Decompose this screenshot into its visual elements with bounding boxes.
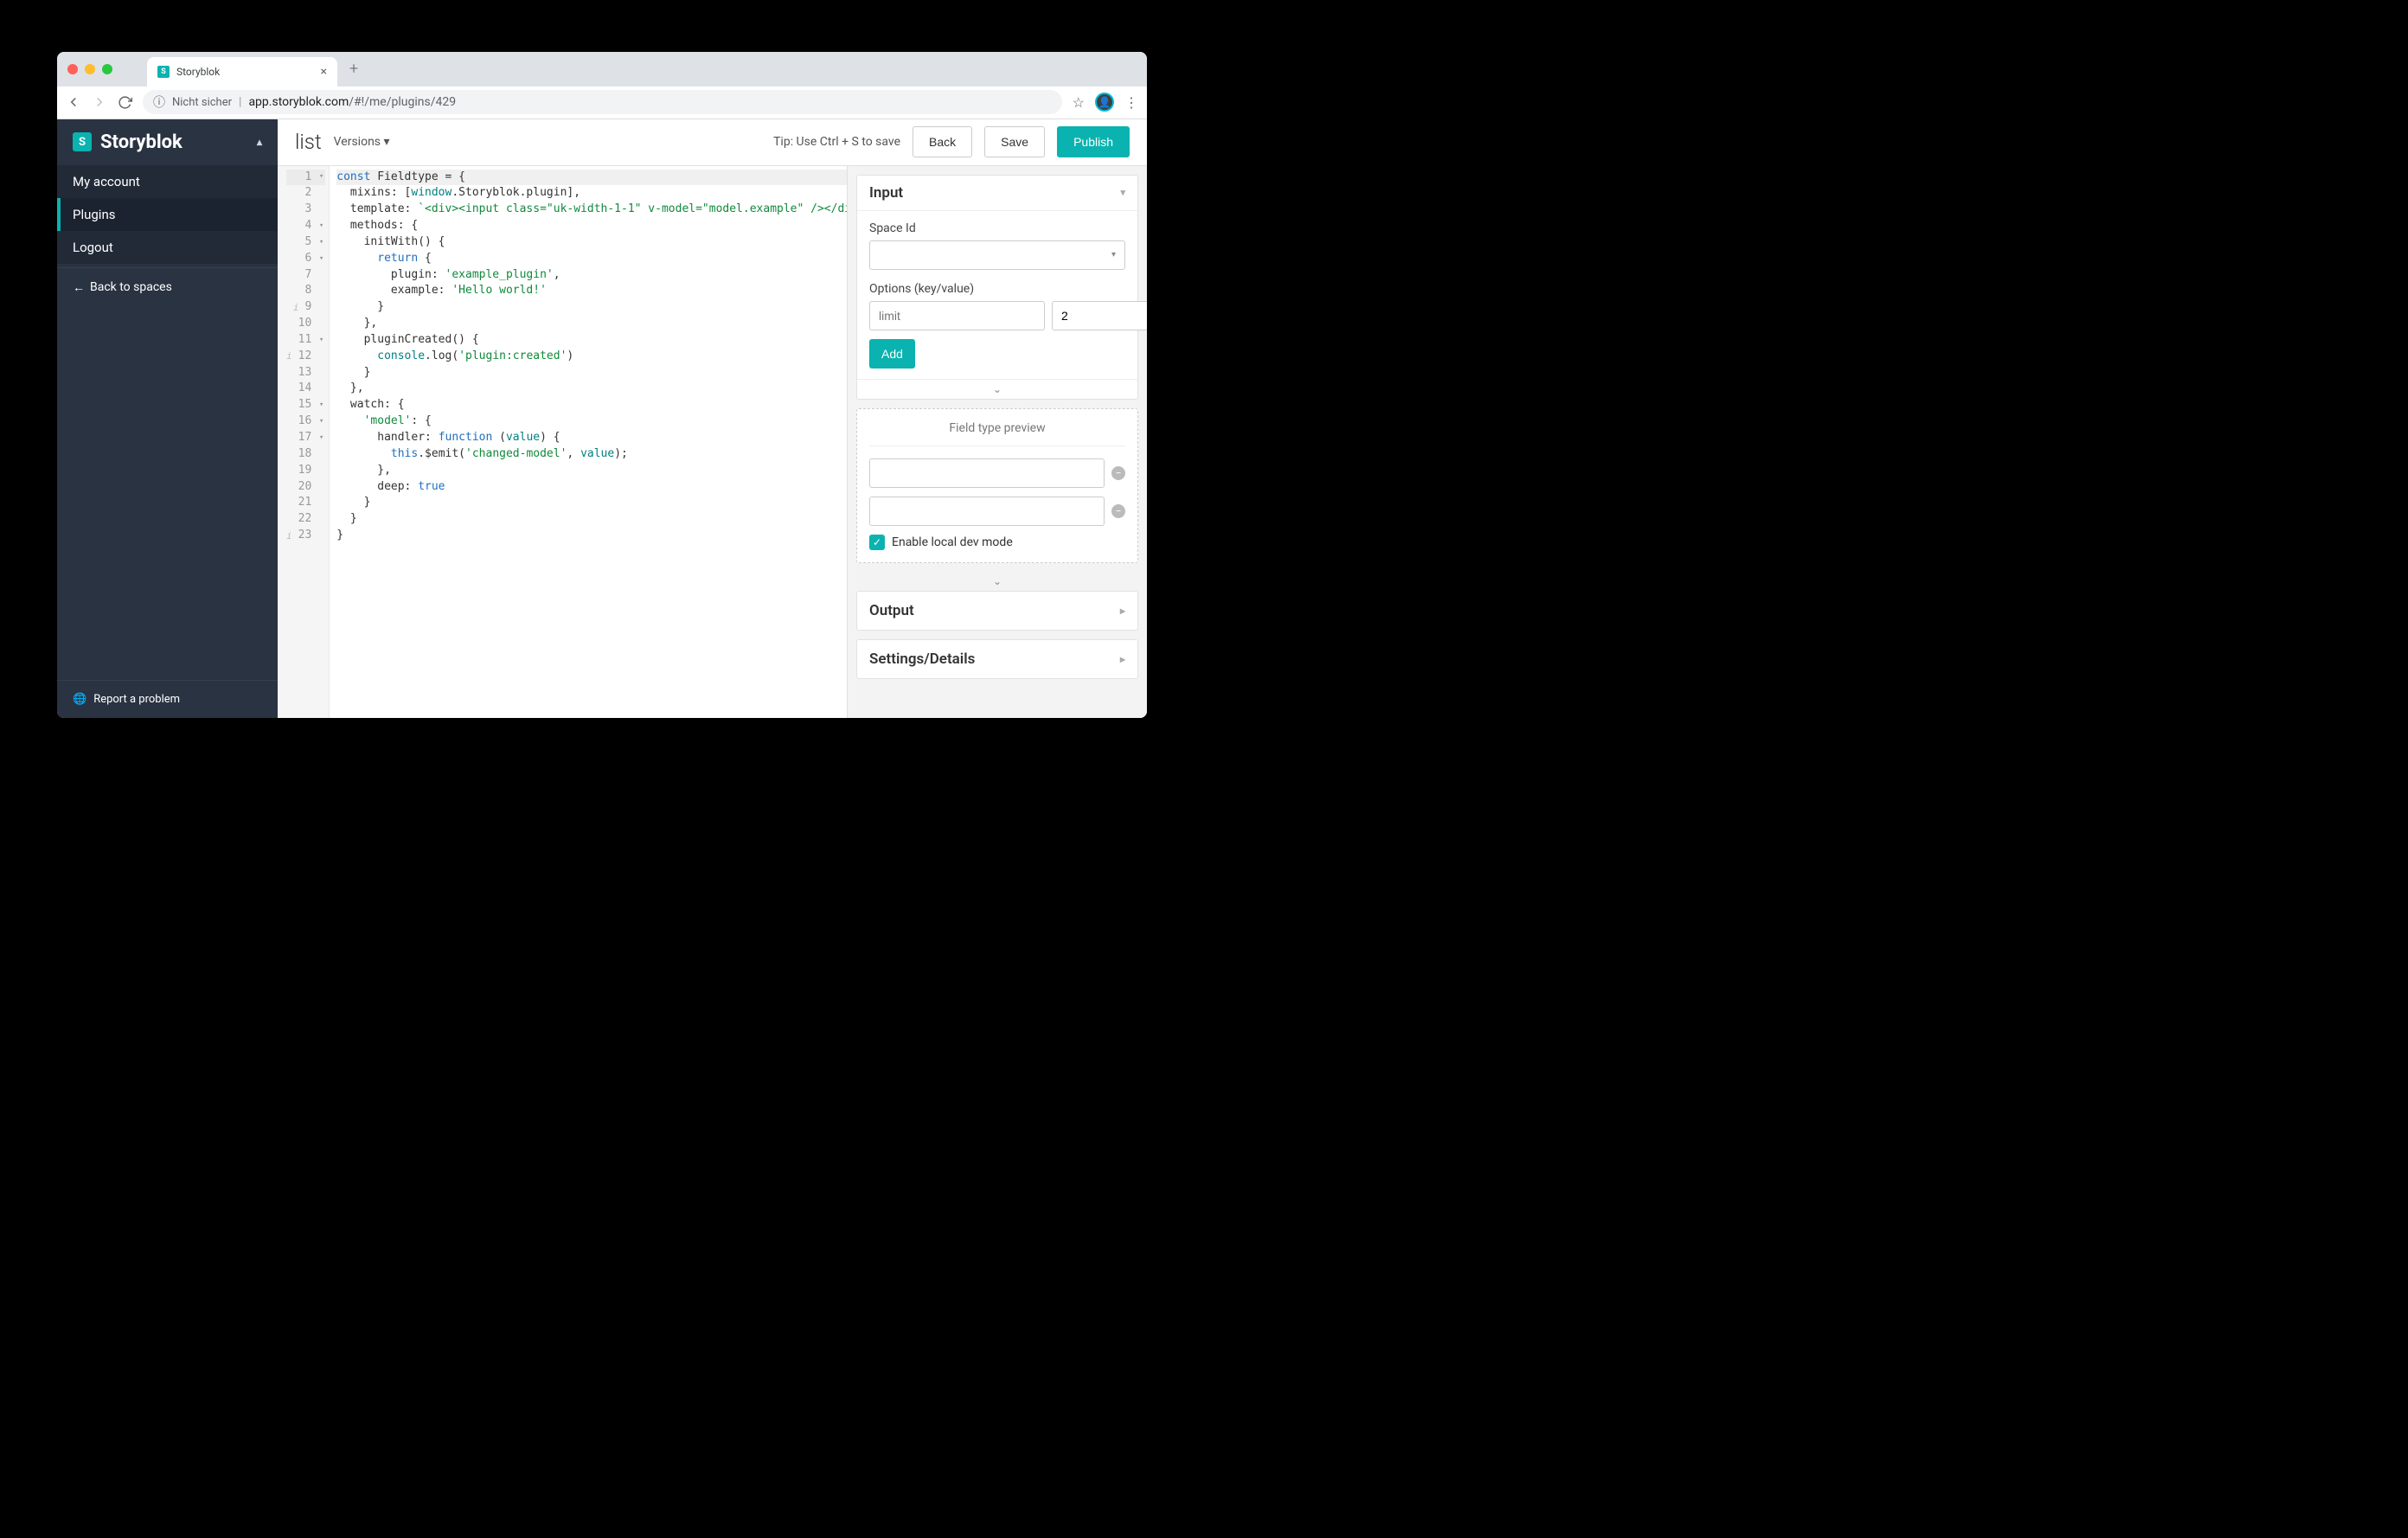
browser-window: S Storyblok × + ⓘ Nicht sicher | app.sto… [57,52,1147,718]
caret-down-icon: ▾ [384,135,390,149]
dev-mode-label: Enable local dev mode [892,535,1013,549]
url-bar[interactable]: ⓘ Nicht sicher | app.storyblok.com/#!/me… [143,90,1062,114]
dev-mode-checkbox[interactable]: ✓ [869,535,885,550]
add-option-button[interactable]: Add [869,339,915,368]
remove-icon[interactable]: − [1111,466,1125,480]
preview-row-1: − [869,458,1125,488]
back-to-spaces-link[interactable]: ← Back to spaces [57,267,278,307]
main-header: list Versions ▾ Tip: Use Ctrl + S to sav… [278,119,1147,166]
back-icon[interactable] [66,94,81,110]
option-key-input[interactable] [869,301,1045,330]
option-row: 🗑 [869,301,1125,330]
sidebar-item-my-account[interactable]: My account [57,165,278,198]
close-window-button[interactable] [67,64,78,74]
menu-icon[interactable]: ⋮ [1124,94,1138,111]
expand-preview-toggle[interactable]: ⌄ [856,572,1138,591]
app-shell: S Storyblok ▴ My account Plugins Logout … [57,119,1147,718]
maximize-window-button[interactable] [102,64,112,74]
arrow-left-icon: ← [73,280,85,295]
publish-button[interactable]: Publish [1057,126,1130,157]
dev-mode-row: ✓ Enable local dev mode [869,535,1125,550]
sidebar-item-plugins[interactable]: Plugins [57,198,278,231]
space-id-select[interactable]: ▾ [869,240,1125,270]
minimize-window-button[interactable] [85,64,95,74]
new-tab-button[interactable]: + [349,60,358,78]
input-card: Input ▾ Space Id ▾ Options (key/value) [856,175,1138,400]
brand-header[interactable]: S Storyblok ▴ [57,119,278,165]
preview-input-1[interactable] [869,458,1105,488]
info-icon: ⓘ [153,93,165,111]
save-button[interactable]: Save [984,126,1045,157]
star-icon[interactable]: ☆ [1073,94,1085,111]
page-title: list [295,130,322,154]
save-tip: Tip: Use Ctrl + S to save [773,135,900,149]
window-controls [67,64,112,74]
brand-logo-icon: S [73,132,92,151]
url-text: app.storyblok.com/#!/me/plugins/429 [248,95,456,109]
main-area: list Versions ▾ Tip: Use Ctrl + S to sav… [278,119,1147,718]
preview-card: Field type preview − − ✓ Enable loca [856,408,1138,563]
chrome-toolbar: ⓘ Nicht sicher | app.storyblok.com/#!/me… [57,87,1147,119]
chevron-right-icon: ▸ [1120,605,1125,617]
chrome-tabbar: S Storyblok × + [57,52,1147,87]
chevron-right-icon: ▸ [1120,653,1125,665]
right-panel: Input ▾ Space Id ▾ Options (key/value) [848,166,1147,718]
editor-gutter: 1▾234▾5▾6▾78i91011▾i12131415▾16▾17▾18192… [278,166,330,718]
caret-down-icon: ▾ [1111,250,1116,260]
chevron-down-icon: ⌄ [993,575,1002,587]
profile-avatar[interactable]: 👤 [1095,93,1114,112]
tab-favicon-icon: S [157,66,170,78]
close-tab-icon[interactable]: × [321,65,327,79]
chevron-down-icon: ▾ [1120,187,1125,198]
input-header[interactable]: Input ▾ [857,176,1137,211]
main-body: 1▾234▾5▾6▾78i91011▾i12131415▾16▾17▾18192… [278,166,1147,718]
editor-code[interactable]: const Fieldtype = { mixins: [window.Stor… [330,166,848,718]
settings-accordion[interactable]: Settings/Details ▸ [856,639,1138,679]
remove-icon[interactable]: − [1111,504,1125,518]
versions-dropdown[interactable]: Versions ▾ [334,135,390,149]
reload-icon[interactable] [118,95,132,110]
browser-tab[interactable]: S Storyblok × [147,57,337,87]
preview-input-2[interactable] [869,497,1105,526]
back-button[interactable]: Back [913,126,972,157]
option-value-input[interactable] [1052,301,1147,330]
globe-icon: 🌐 [73,693,86,706]
preview-title: Field type preview [869,421,1125,435]
code-editor[interactable]: 1▾234▾5▾6▾78i91011▾i12131415▾16▾17▾18192… [278,166,848,718]
chevron-up-icon: ▴ [257,136,262,148]
preview-row-2: − [869,497,1125,526]
input-body: Space Id ▾ Options (key/value) 🗑 [857,211,1137,379]
tab-title: Storyblok [176,66,314,78]
forward-icon[interactable] [92,94,107,110]
sidebar: S Storyblok ▴ My account Plugins Logout … [57,119,278,718]
report-problem-link[interactable]: 🌐 Report a problem [57,680,278,718]
security-status: Nicht sicher [172,96,232,109]
collapse-input-toggle[interactable]: ⌄ [857,379,1137,399]
output-accordion[interactable]: Output ▸ [856,591,1138,631]
sidebar-item-logout[interactable]: Logout [57,231,278,264]
brand-name: Storyblok [100,131,183,153]
options-label: Options (key/value) [869,282,1125,296]
chevron-down-icon: ⌄ [993,383,1002,395]
space-id-label: Space Id [869,221,1125,235]
